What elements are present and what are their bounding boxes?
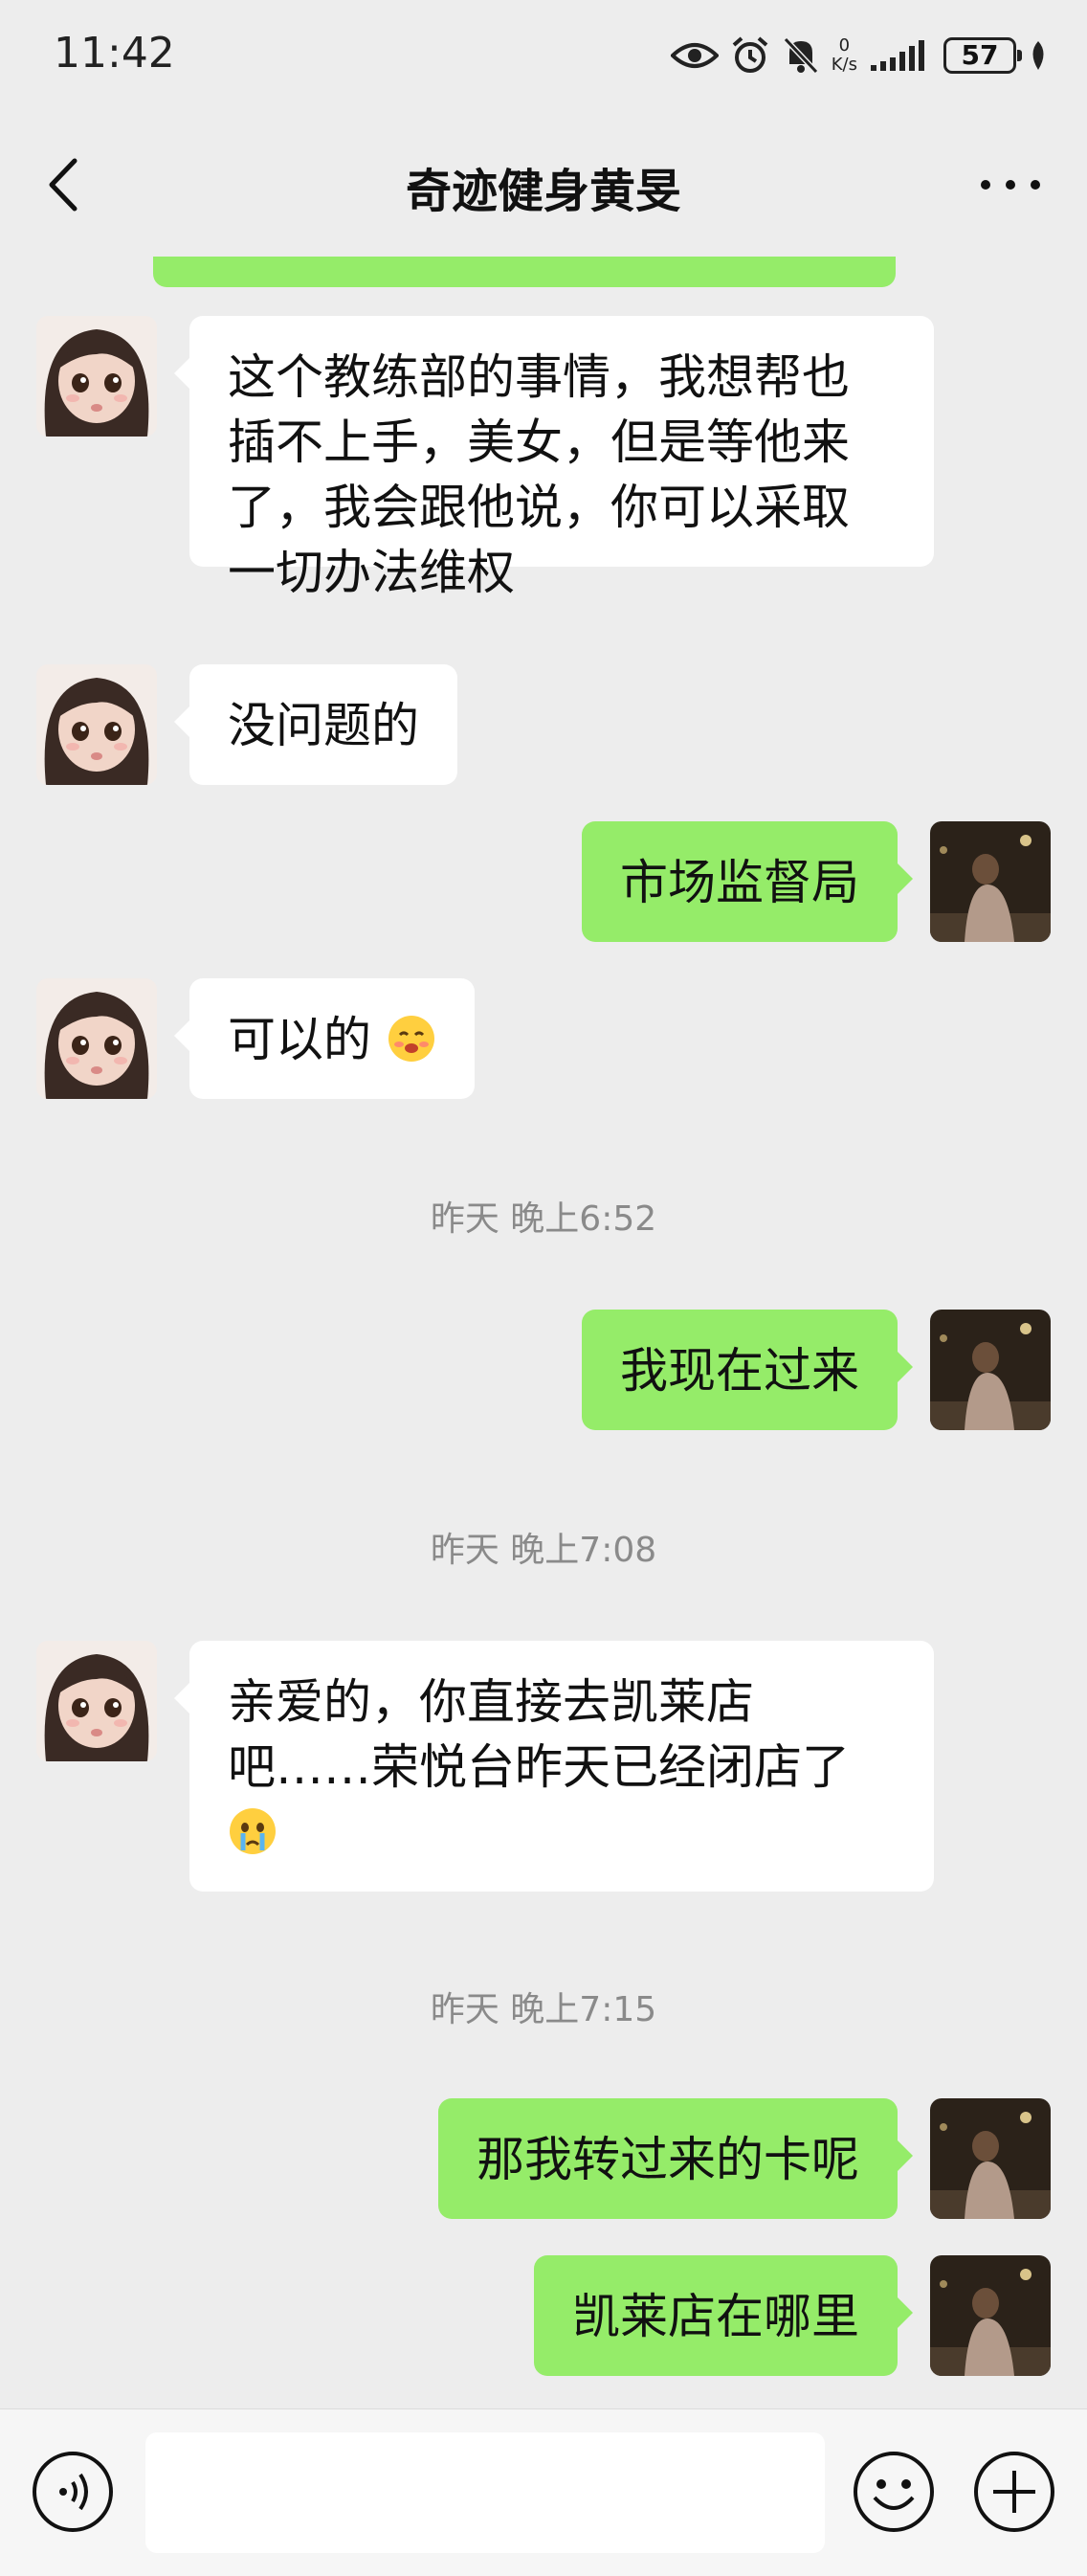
message-text: 可以的 <box>228 1012 371 1067</box>
net-speed: 0 K/s <box>832 36 857 75</box>
mute-bell-icon <box>783 36 818 75</box>
status-time: 11:42 <box>54 29 175 78</box>
incoming-message[interactable]: 这个教练部的事情，我想帮也插不上手，美女，但是等他来了，我会跟他说，你可以采取一… <box>174 316 934 600</box>
signal-icon <box>871 40 924 71</box>
chat-header: 奇迹健身黄旻 <box>0 113 1087 257</box>
eye-icon <box>670 43 719 68</box>
net-speed-value: 0 <box>838 35 851 56</box>
plus-icon <box>974 2452 1054 2532</box>
user-avatar[interactable] <box>930 1310 1051 1430</box>
crying-face-emoji <box>230 1808 276 1854</box>
message-text: 亲爱的，你直接去凯莱店吧……荣悦台昨天已经闭店了 <box>228 1674 850 1795</box>
contact-avatar[interactable] <box>36 978 157 1099</box>
timestamp: 昨天 晚上6:52 <box>430 1199 657 1239</box>
outgoing-message[interactable]: 市场监督局 <box>582 821 913 942</box>
smile-icon <box>854 2452 934 2532</box>
message-text: 这个教练部的事情，我想帮也插不上手，美女，但是等他来了，我会跟他说，你可以采取一… <box>228 349 850 600</box>
battery-level: 57 <box>961 39 999 71</box>
message-text: 没问题的 <box>228 698 419 753</box>
chat-title: 奇迹健身黄旻 <box>405 165 681 218</box>
status-icons: 0 K/s 57 <box>670 27 1049 84</box>
message-text: 凯莱店在哪里 <box>572 2289 859 2344</box>
more-button[interactable] <box>972 151 1049 218</box>
timestamp: 昨天 晚上7:08 <box>430 1531 657 1570</box>
message-text: 市场监督局 <box>620 855 859 910</box>
battery-icon: 57 <box>943 37 1022 74</box>
emoji-button[interactable] <box>852 2450 936 2534</box>
user-avatar[interactable] <box>930 2098 1051 2219</box>
photo-avatar-icon <box>930 2098 1051 2219</box>
doll-avatar-icon <box>36 316 157 437</box>
contact-avatar[interactable] <box>36 316 157 437</box>
contact-avatar[interactable] <box>36 1641 157 1761</box>
doll-avatar-icon <box>36 978 157 1099</box>
outgoing-message[interactable]: 我现在过来 <box>582 1310 913 1430</box>
chat-list[interactable]: 这个教练部的事情，我想帮也插不上手，美女，但是等他来了，我会跟他说，你可以采取一… <box>0 257 1087 2408</box>
user-avatar[interactable] <box>930 821 1051 942</box>
voice-button[interactable] <box>31 2450 115 2534</box>
message-input[interactable] <box>145 2432 825 2553</box>
message-text: 那我转过来的卡呢 <box>477 2132 859 2187</box>
voice-icon <box>33 2452 113 2532</box>
outgoing-message[interactable]: 那我转过来的卡呢 <box>438 2098 913 2219</box>
alarm-icon <box>732 36 768 73</box>
incoming-message[interactable]: 可以的 <box>174 978 475 1099</box>
timestamp: 昨天 晚上7:15 <box>430 1990 657 2029</box>
contact-avatar[interactable] <box>36 664 157 785</box>
net-speed-unit: K/s <box>831 55 857 75</box>
incoming-message[interactable]: 没问题的 <box>174 664 457 785</box>
message-text: 我现在过来 <box>620 1343 859 1399</box>
previous-bubble-edge <box>153 257 896 287</box>
doll-avatar-icon <box>36 664 157 785</box>
input-bar <box>0 2408 1087 2576</box>
blushing-face-emoji <box>388 1016 434 1062</box>
more-dots-icon <box>981 180 1040 190</box>
more-functions-button[interactable] <box>972 2450 1056 2534</box>
leaf-icon <box>1032 41 1044 70</box>
status-bar: 11:42 0 K/s 57 <box>0 0 1087 113</box>
incoming-message[interactable]: 亲爱的，你直接去凯莱店吧……荣悦台昨天已经闭店了 <box>174 1641 934 1892</box>
user-avatar[interactable] <box>930 2255 1051 2376</box>
photo-avatar-icon <box>930 2255 1051 2376</box>
photo-avatar-icon <box>930 1310 1051 1430</box>
outgoing-message[interactable]: 凯莱店在哪里 <box>534 2255 913 2376</box>
photo-avatar-icon <box>930 821 1051 942</box>
doll-avatar-icon <box>36 1641 157 1761</box>
